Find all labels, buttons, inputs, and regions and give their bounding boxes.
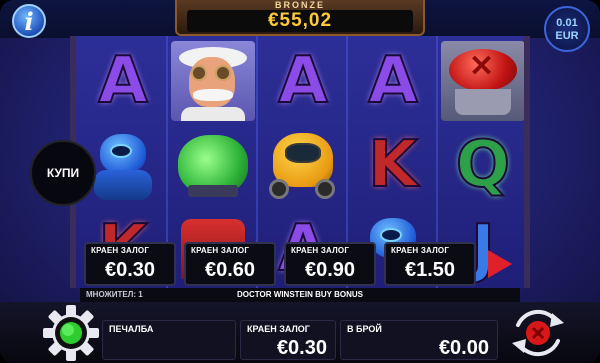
bet-option[interactable]: КРАЕН ЗАЛОГ €0.60 <box>184 242 276 286</box>
bet-option[interactable]: КРАЕН ЗАЛОГ €0.90 <box>284 242 376 286</box>
next-arrow-icon[interactable] <box>488 250 512 278</box>
win-panel: ПЕЧАЛБА <box>102 320 236 360</box>
buy-bonus-title: DOCTOR WINSTEIN BUY BONUS <box>237 290 363 299</box>
symbol-a: A <box>367 44 419 118</box>
jackpot-amount: €55,02 <box>187 10 413 32</box>
bet-option-label: КРАЕН ЗАЛОГ <box>291 246 350 255</box>
jackpot-display: BRONZE €55,02 <box>175 0 425 36</box>
symbol-green-brain <box>170 124 256 206</box>
bet-option[interactable]: КРАЕН ЗАЛОГ €0.30 <box>84 242 176 286</box>
symbol-a: A <box>97 44 149 118</box>
settings-gear-icon[interactable] <box>38 304 104 362</box>
total-bet-panel[interactable]: КРАЕН ЗАЛОГ €0.30 <box>240 320 336 360</box>
cash-label: В БРОЙ <box>347 324 382 334</box>
bet-options: КРАЕН ЗАЛОГ €0.30 КРАЕН ЗАЛОГ €0.60 КРАЕ… <box>84 242 524 288</box>
bet-option-label: КРАЕН ЗАЛОГ <box>391 246 450 255</box>
bet-option[interactable]: КРАЕН ЗАЛОГ €1.50 <box>384 242 476 286</box>
symbol-yellow-robot <box>260 124 346 206</box>
cash-panel: В БРОЙ €0.00 <box>340 320 498 360</box>
bet-option-value: €0.30 <box>104 259 156 281</box>
total-bet-value: €0.30 <box>276 337 327 359</box>
top-bar: i BRONZE €55,02 0.01 EUR <box>0 0 600 52</box>
symbol-red-button: ✕ <box>440 40 524 122</box>
jackpot-tier: BRONZE <box>275 0 325 10</box>
buy-bonus-button[interactable]: КУПИ <box>30 140 96 206</box>
bet-option-label: КРАЕН ЗАЛОГ <box>191 246 250 255</box>
slot-game: i BRONZE €55,02 0.01 EUR A A A ✕ K Q J К… <box>0 0 600 363</box>
info-icon[interactable]: i <box>12 4 46 38</box>
symbol-doctor-winstein <box>170 40 256 122</box>
symbol-a: A <box>277 44 329 118</box>
symbol-q: Q <box>455 128 511 202</box>
symbol-k: K <box>367 128 419 202</box>
bet-option-value: €0.90 <box>304 259 356 281</box>
denomination-button[interactable]: 0.01 EUR <box>544 6 590 52</box>
total-bet-label: КРАЕН ЗАЛОГ <box>247 324 310 334</box>
bet-option-label: КРАЕН ЗАЛОГ <box>91 246 150 255</box>
denomination-currency: EUR <box>555 30 579 42</box>
bet-option-value: €0.60 <box>204 259 256 281</box>
win-label: ПЕЧАЛБА <box>109 324 154 334</box>
info-strip: МНОЖИТЕЛ: 1 DOCTOR WINSTEIN BUY BONUS <box>80 288 520 302</box>
denomination-value: 0.01 <box>556 17 578 29</box>
bet-option-value: €1.50 <box>404 259 456 281</box>
spin-button[interactable] <box>502 304 574 362</box>
cash-value: €0.00 <box>438 337 489 359</box>
